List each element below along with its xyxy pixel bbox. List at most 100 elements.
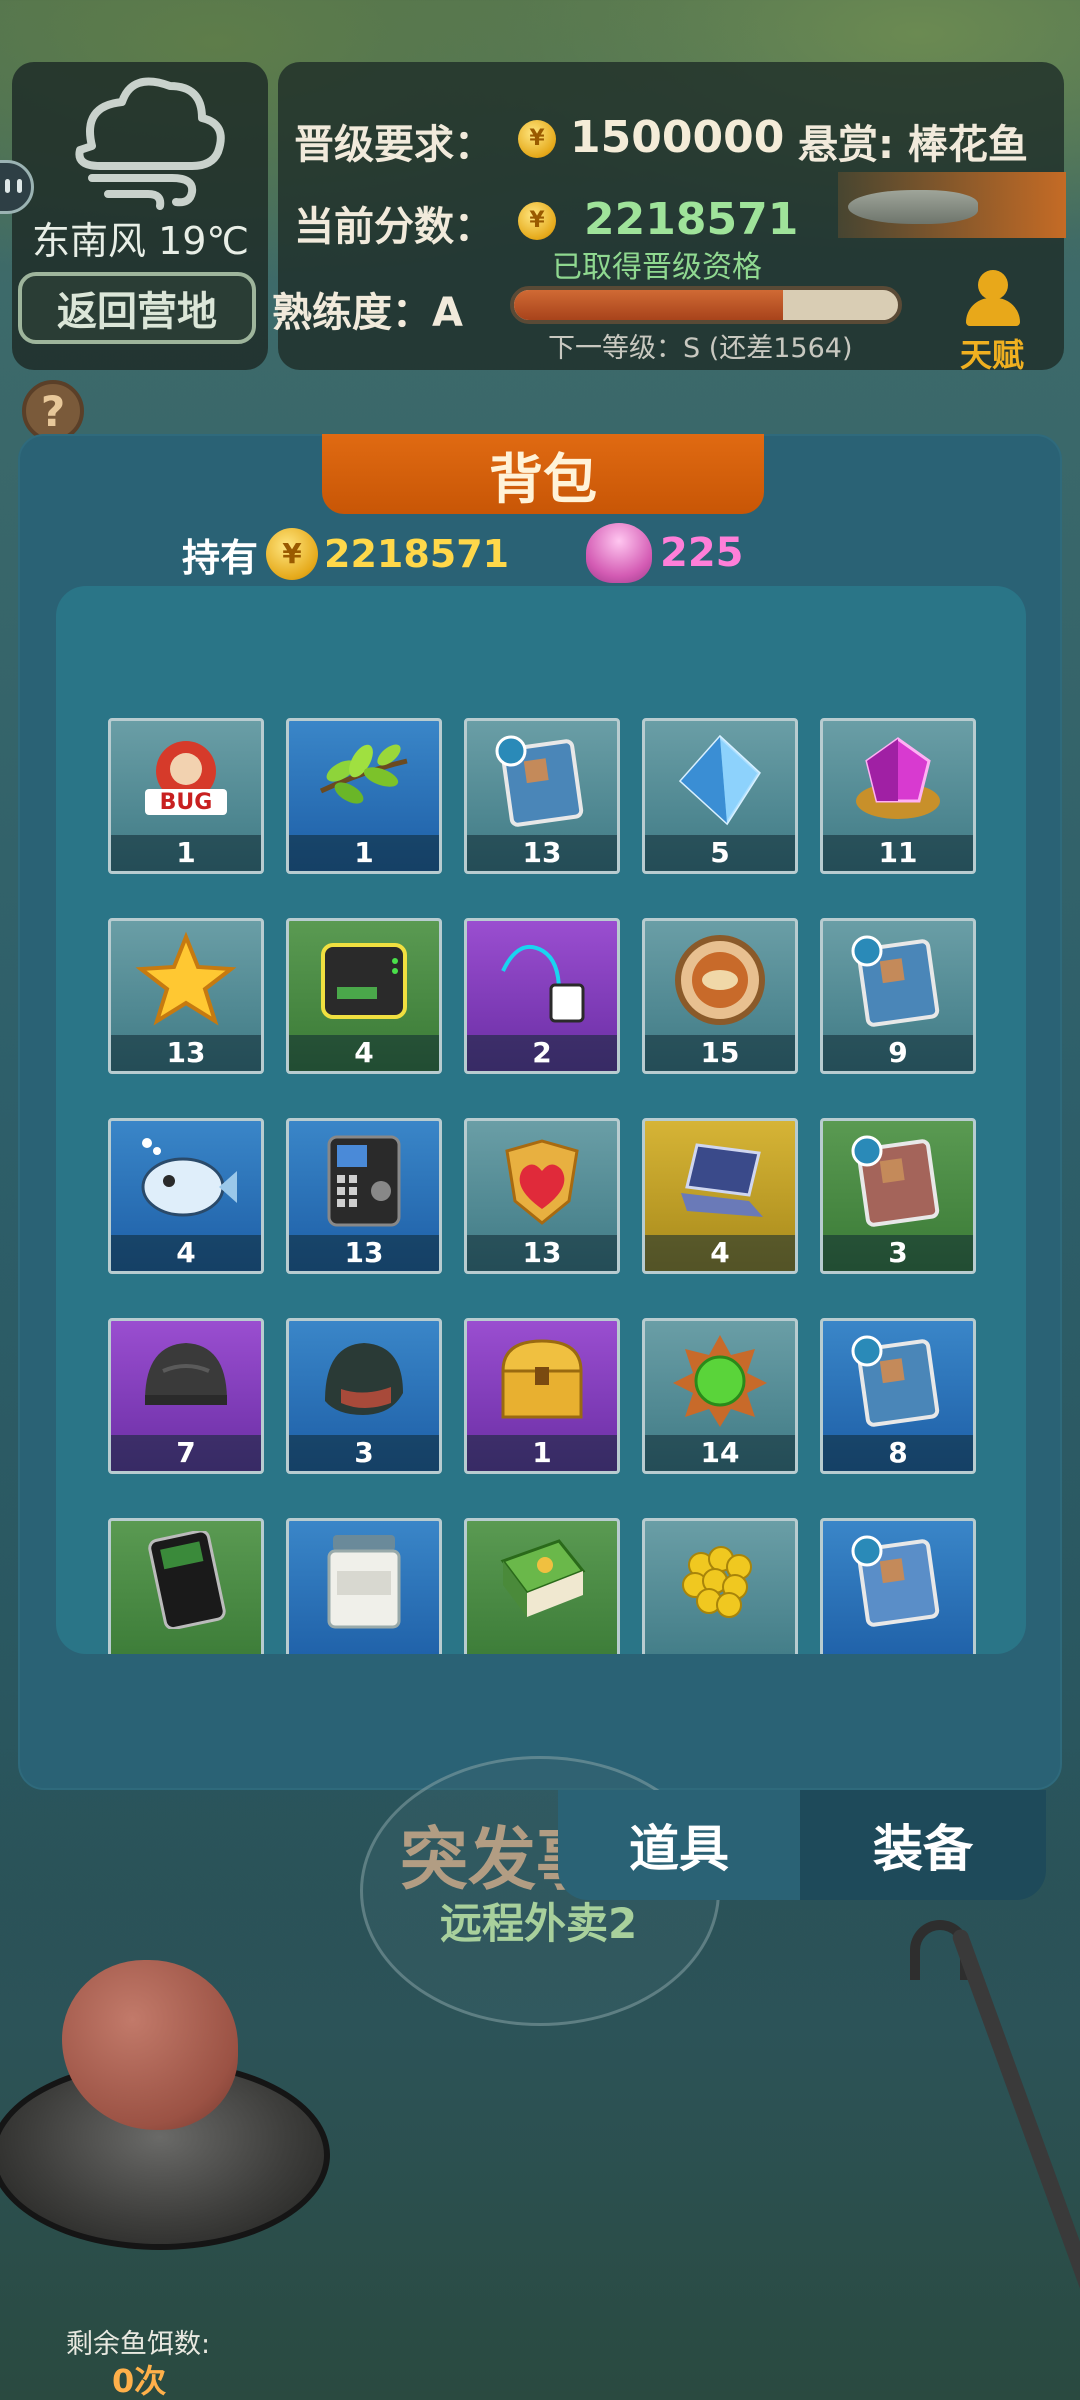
item-grid-scroll[interactable]: BUG 1 1 13 5 11 13 4 2 15 9 4 13 13 4 3 7 3 1 14 8 <box>56 586 1026 1654</box>
promotion-requirement-value: 1500000 <box>570 112 785 163</box>
energy-drink-icon <box>133 1529 239 1631</box>
item-quantity: 1 <box>111 835 261 871</box>
inventory-item[interactable] <box>464 1518 620 1654</box>
bag-title: 背包 <box>322 434 764 514</box>
fish-medal-icon <box>667 931 773 1029</box>
shell-balance: 225 <box>586 520 744 586</box>
beginner-certificate-icon <box>845 931 951 1029</box>
tab-equipment[interactable]: 装备 <box>800 1790 1046 1900</box>
item-quantity: 3 <box>289 1435 439 1471</box>
talent-label: 天赋 <box>959 336 1024 374</box>
proficiency-progress-fill <box>514 290 783 320</box>
qualified-status: 已取得晋级资格 <box>552 250 762 285</box>
item-quantity: 7 <box>111 1435 261 1471</box>
inventory-item[interactable]: 13 <box>464 718 620 874</box>
item-quantity: 8 <box>823 1435 973 1471</box>
item-quantity: 4 <box>111 1235 261 1271</box>
bounty-fish-banner <box>838 172 1066 238</box>
help-button[interactable]: ? <box>22 380 84 442</box>
combat-helmet-icon <box>133 1331 239 1429</box>
inventory-item[interactable]: 4 <box>642 1118 798 1274</box>
advanced-certificate-icon <box>845 1531 951 1629</box>
inventory-item[interactable]: 4 <box>108 1118 264 1274</box>
green-book-icon <box>489 1531 595 1629</box>
gold-star-icon <box>133 931 239 1029</box>
inventory-item[interactable] <box>286 1518 442 1654</box>
svg-text:BUG: BUG <box>160 790 213 815</box>
beginner-certificate-icon <box>489 731 595 829</box>
current-score-label: 当前分数： <box>294 204 494 250</box>
inventory-item[interactable] <box>642 1518 798 1654</box>
coin-balance: 持有 ¥ 2218571 <box>182 524 509 584</box>
whip-tag-icon <box>489 931 595 1029</box>
inventory-item[interactable]: 14 <box>642 1318 798 1474</box>
talent-button[interactable]: 天赋 <box>942 270 1042 376</box>
inventory-item[interactable]: 13 <box>108 918 264 1074</box>
next-level-text: 下一等级：S (还差1564) <box>548 333 853 364</box>
herb-leaves-icon <box>311 731 417 829</box>
blue-diamond-icon <box>667 731 773 829</box>
cartoon-fish-icon <box>133 1131 239 1229</box>
laptop-icon <box>667 1131 773 1229</box>
inventory-item[interactable]: 2 <box>464 918 620 1074</box>
bag-panel: 背包 持有 ¥ 2218571 225 BUG 1 1 13 5 11 13 4 2 15 9 4 13… <box>18 434 1062 1790</box>
wallet-device-icon <box>311 931 417 1029</box>
medicine-jar-icon <box>311 1531 417 1629</box>
inventory-item[interactable]: 13 <box>286 1118 442 1274</box>
item-quantity: 13 <box>111 1035 261 1071</box>
shell-amount: 225 <box>660 530 744 576</box>
promotion-requirement-label: 晋级要求： <box>294 122 494 168</box>
item-quantity: 13 <box>289 1235 439 1271</box>
inventory-item[interactable]: 8 <box>820 1318 976 1474</box>
item-quantity: 14 <box>645 1435 795 1471</box>
weather-text: 东南风 19℃ <box>32 219 250 263</box>
item-quantity: 1 <box>467 1435 617 1471</box>
inventory-item[interactable]: 5 <box>642 718 798 874</box>
bounty-text: 悬赏: 棒花鱼 <box>798 122 1028 168</box>
gold-corn-icon <box>667 1531 773 1629</box>
item-quantity: 13 <box>467 835 617 871</box>
item-quantity: 1 <box>289 835 439 871</box>
item-quantity: 11 <box>823 835 973 871</box>
item-quantity: 4 <box>645 1235 795 1271</box>
tab-props[interactable]: 道具 <box>558 1790 800 1900</box>
item-quantity: 15 <box>645 1035 795 1071</box>
inventory-item[interactable] <box>820 1518 976 1654</box>
inventory-item[interactable]: 1 <box>464 1318 620 1474</box>
inventory-item[interactable] <box>108 1518 264 1654</box>
current-score-value: 2218571 <box>584 194 799 245</box>
inventory-item[interactable]: 15 <box>642 918 798 1074</box>
fingerprint-terminal-icon <box>311 1131 417 1229</box>
inventory-item[interactable]: 11 <box>820 718 976 874</box>
info-panel: 晋级要求： ¥ 1500000 悬赏: 棒花鱼 当前分数： ¥ 2218571 … <box>272 62 1066 374</box>
inventory-item[interactable]: 1 <box>286 718 442 874</box>
purple-gem-icon <box>845 731 951 829</box>
inventory-item[interactable]: 4 <box>286 918 442 1074</box>
inventory-item[interactable]: 9 <box>820 918 976 1074</box>
inventory-item[interactable]: 13 <box>464 1118 620 1274</box>
coin-icon: ¥ <box>266 528 319 580</box>
motorcycle-helmet-icon <box>311 1331 417 1429</box>
heart-crest-icon <box>489 1131 595 1229</box>
person-icon <box>962 270 1022 328</box>
item-quantity: 9 <box>823 1035 973 1071</box>
intermediate-certificate-icon <box>845 1131 951 1229</box>
item-quantity: 3 <box>823 1235 973 1271</box>
inventory-item[interactable]: 3 <box>286 1318 442 1474</box>
item-quantity: 2 <box>467 1035 617 1071</box>
back-to-camp-button[interactable]: 返回营地 <box>18 272 256 344</box>
item-quantity: 4 <box>289 1035 439 1071</box>
inventory-item[interactable]: 7 <box>108 1318 264 1474</box>
bounty-fish-icon <box>848 190 978 224</box>
item-quantity: 5 <box>645 835 795 871</box>
proficiency-label: 熟练度：A <box>272 290 463 336</box>
coin-icon: ¥ <box>518 120 556 158</box>
shell-icon <box>586 523 652 583</box>
treasure-chest-icon <box>489 1331 595 1429</box>
inventory-item[interactable]: BUG 1 <box>108 718 264 874</box>
coin-amount: 2218571 <box>324 532 510 576</box>
beginner-certificate-icon <box>845 1331 951 1429</box>
proficiency-progress-bar <box>510 286 902 324</box>
inventory-item[interactable]: 3 <box>820 1118 976 1274</box>
item-quantity: 13 <box>467 1235 617 1271</box>
